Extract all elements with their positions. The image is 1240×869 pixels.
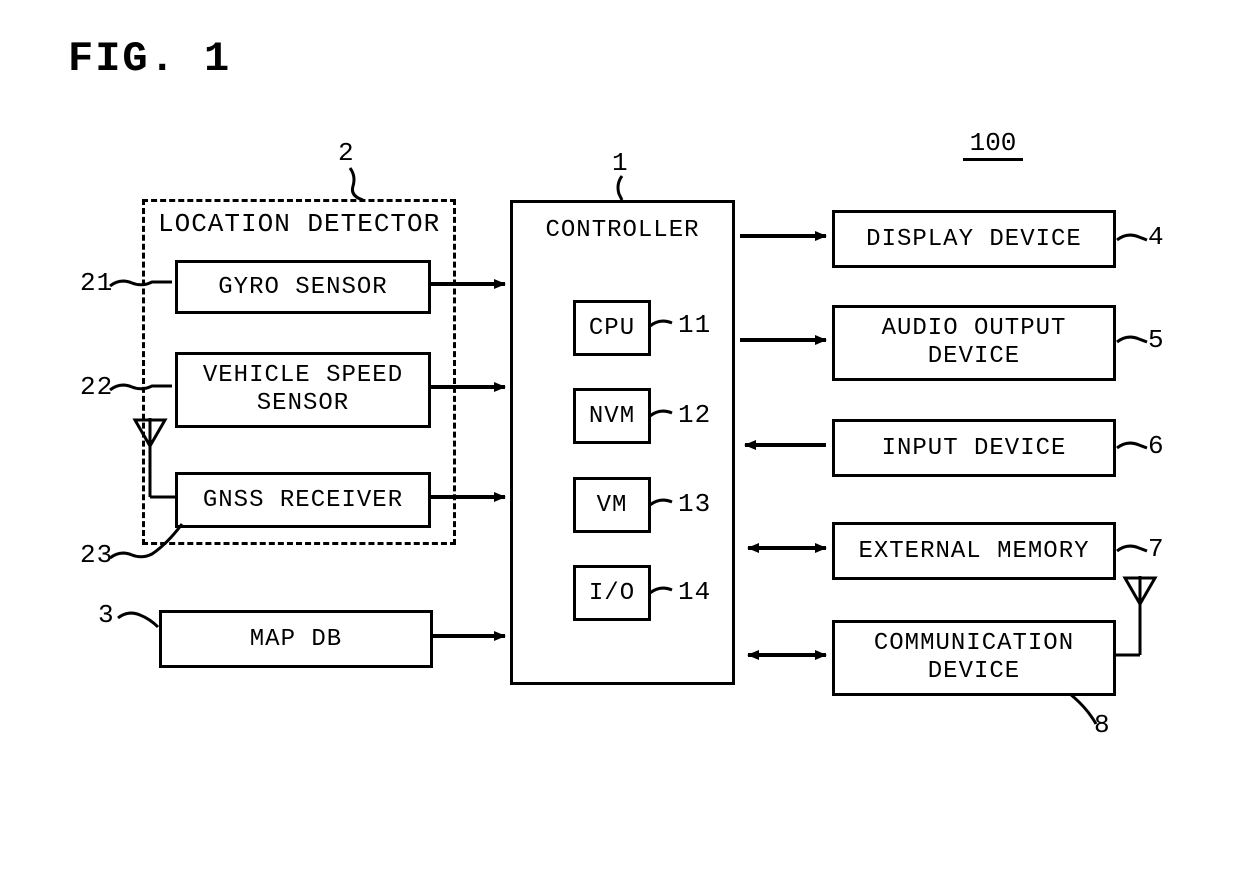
controller-title: CONTROLLER bbox=[545, 217, 699, 244]
audio-output-device-label: AUDIO OUTPUTDEVICE bbox=[882, 315, 1067, 370]
communication-device-label: COMMUNICATIONDEVICE bbox=[874, 630, 1074, 685]
display-device-label: DISPLAY DEVICE bbox=[866, 226, 1082, 253]
vm-ref: 13 bbox=[678, 489, 711, 519]
map-db-box: MAP DB bbox=[159, 610, 433, 668]
vm-box: VM bbox=[573, 477, 651, 533]
vm-label: VM bbox=[597, 492, 628, 519]
display-device-box: DISPLAY DEVICE bbox=[832, 210, 1116, 268]
io-ref: 14 bbox=[678, 577, 711, 607]
cpu-label: CPU bbox=[589, 315, 635, 342]
gyro-sensor-box: GYRO SENSOR bbox=[175, 260, 431, 314]
external-memory-box: EXTERNAL MEMORY bbox=[832, 522, 1116, 580]
figure-title: FIG. 1 bbox=[68, 35, 231, 83]
location-detector-ref: 2 bbox=[338, 138, 354, 168]
vehicle-speed-sensor-ref: 22 bbox=[80, 372, 113, 402]
nvm-box: NVM bbox=[573, 388, 651, 444]
controller-ref: 1 bbox=[612, 148, 629, 178]
antenna-icon bbox=[1115, 576, 1155, 655]
io-label: I/O bbox=[589, 580, 635, 607]
cpu-box: CPU bbox=[573, 300, 651, 356]
vehicle-speed-sensor-box: VEHICLE SPEEDSENSOR bbox=[175, 352, 431, 428]
cpu-ref: 11 bbox=[678, 310, 711, 340]
gyro-sensor-ref: 21 bbox=[80, 268, 113, 298]
system-ref: 100 bbox=[963, 128, 1023, 161]
nvm-label: NVM bbox=[589, 403, 635, 430]
nvm-ref: 12 bbox=[678, 400, 711, 430]
gnss-receiver-ref: 23 bbox=[80, 540, 113, 570]
external-memory-label: EXTERNAL MEMORY bbox=[858, 538, 1089, 565]
audio-output-device-ref: 5 bbox=[1148, 325, 1165, 355]
io-box: I/O bbox=[573, 565, 651, 621]
gyro-sensor-label: GYRO SENSOR bbox=[218, 274, 387, 301]
input-device-box: INPUT DEVICE bbox=[832, 419, 1116, 477]
display-device-ref: 4 bbox=[1148, 222, 1165, 252]
communication-device-box: COMMUNICATIONDEVICE bbox=[832, 620, 1116, 696]
map-db-label: MAP DB bbox=[250, 626, 342, 653]
communication-device-ref: 8 bbox=[1094, 710, 1111, 740]
external-memory-ref: 7 bbox=[1148, 534, 1165, 564]
diagram-canvas: FIG. 1 100 LOCATION DETECTOR GYRO SENSOR… bbox=[0, 0, 1240, 869]
vehicle-speed-sensor-label: VEHICLE SPEEDSENSOR bbox=[203, 362, 403, 417]
gnss-receiver-label: GNSS RECEIVER bbox=[203, 487, 403, 514]
location-detector-title: LOCATION DETECTOR bbox=[158, 209, 440, 239]
gnss-receiver-box: GNSS RECEIVER bbox=[175, 472, 431, 528]
input-device-ref: 6 bbox=[1148, 431, 1165, 461]
input-device-label: INPUT DEVICE bbox=[882, 435, 1067, 462]
audio-output-device-box: AUDIO OUTPUTDEVICE bbox=[832, 305, 1116, 381]
map-db-ref: 3 bbox=[98, 600, 115, 630]
